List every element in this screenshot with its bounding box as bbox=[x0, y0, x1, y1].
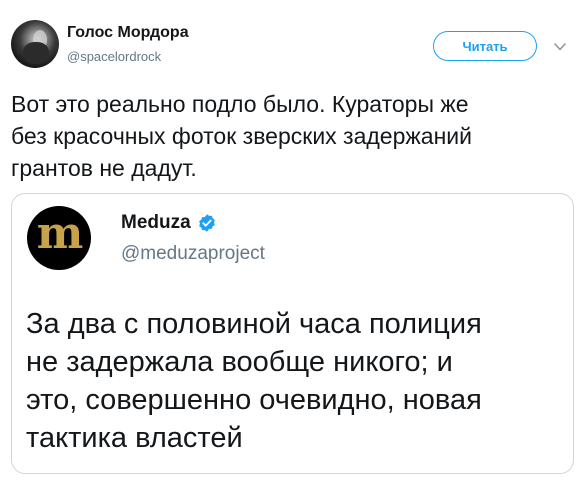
quoted-text-line: не задержала вообще никого; и bbox=[26, 346, 453, 378]
verified-badge-icon bbox=[198, 214, 215, 232]
quoted-text-line: тактика властей bbox=[26, 422, 243, 454]
quoted-name-row: Meduza bbox=[121, 212, 217, 234]
follow-button[interactable]: Читать bbox=[433, 31, 537, 61]
tweet-text-line: грантов не дадут. bbox=[11, 155, 197, 181]
quoted-author-handle[interactable]: @meduzaproject bbox=[121, 243, 265, 265]
tweet-text-line: без красочных фоток зверских задержаний bbox=[11, 123, 472, 149]
quoted-text-line: это, совершенно очевидно, новая bbox=[26, 384, 482, 416]
meduza-logo: m bbox=[36, 208, 84, 259]
tweet-text: Вот это реально подло было. Кураторы же … bbox=[11, 88, 581, 184]
quoted-tweet-card[interactable]: m Meduza @meduzaproject За два с половин… bbox=[11, 193, 574, 474]
author-handle[interactable]: @spacelordrock bbox=[67, 49, 161, 64]
tweet-text-line: Вот это реально подло было. Кураторы же bbox=[11, 91, 469, 117]
chevron-down-icon[interactable] bbox=[553, 40, 567, 54]
author-avatar[interactable] bbox=[11, 20, 59, 68]
avatar-shadow bbox=[23, 42, 49, 64]
quoted-text-line: За два с половиной часа полиция bbox=[26, 308, 482, 340]
author-name[interactable]: Голос Мордора bbox=[67, 24, 189, 42]
quoted-author-name[interactable]: Meduza bbox=[121, 212, 191, 234]
quoted-author-avatar[interactable]: m bbox=[27, 206, 91, 270]
quoted-tweet-text: За два с половиной часа полиция не задер… bbox=[26, 305, 566, 457]
